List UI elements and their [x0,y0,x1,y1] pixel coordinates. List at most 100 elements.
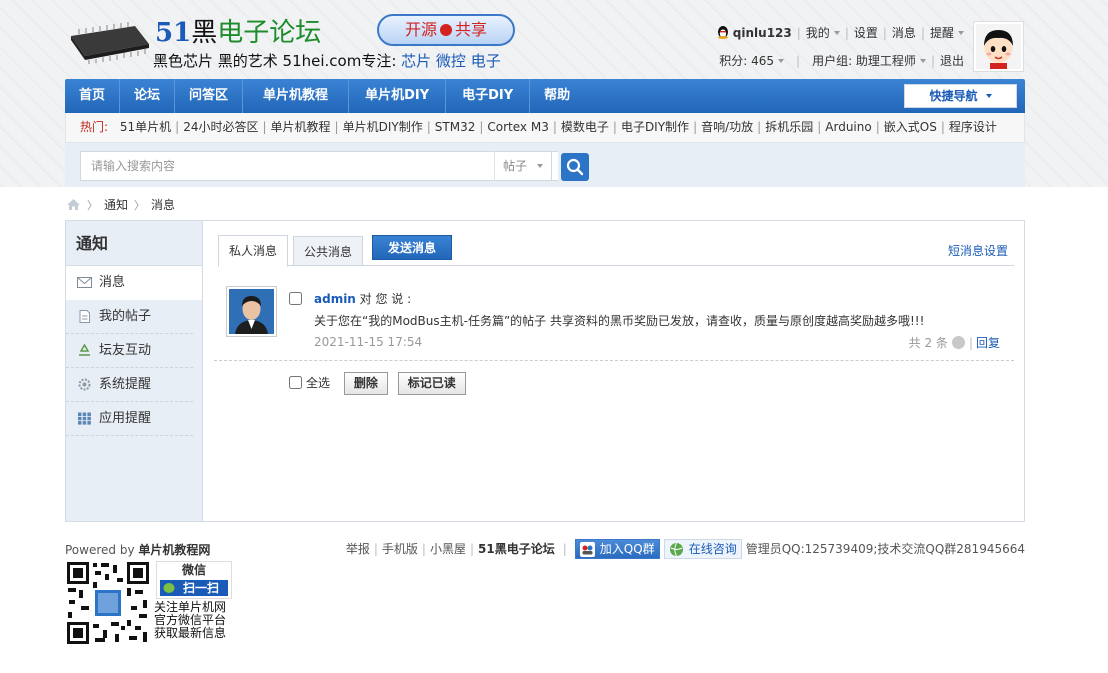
search-button[interactable] [561,153,589,181]
breadcrumb-messages[interactable]: 消息 [151,198,175,212]
hot-link[interactable]: 嵌入式OS [884,120,937,134]
messages-link[interactable]: 消息 [892,26,916,40]
site-logo[interactable]: 51黑电子论坛 黑色芯片 黑的艺术 51hei.com专注: 芯片 微控 电子 … [65,10,535,74]
hot-link[interactable]: Cortex M3 [487,120,548,134]
select-all-checkbox[interactable] [289,376,302,389]
nav-electronics-diy[interactable]: 电子DIY [446,79,531,113]
settings-link[interactable]: 设置 [854,26,878,40]
user-avatar[interactable] [973,21,1024,72]
wechat-scan: 扫一扫 [160,580,228,596]
nav-help[interactable]: 帮助 [530,79,584,113]
sidebar-item-label: 系统提醒 [99,377,152,392]
logo-title: 51黑电子论坛 [155,12,321,49]
hot-separator: | [612,120,617,134]
search-row: 请输入搜索内容 帖子 [65,143,1025,187]
logout-link[interactable]: 退出 [940,54,964,68]
nav-home[interactable]: 首页 [65,79,121,113]
join-qq-group-button[interactable]: 加入QQ群 [574,539,660,559]
message-settings-link[interactable]: 短消息设置 [948,242,1008,259]
user-bar: qinlu123 | 我的 | 设置 | 消息 | 提醒 [716,24,964,41]
powered-site-link[interactable]: 单片机教程网 [138,543,210,557]
hot-link[interactable]: 电子DIY制作 [621,120,689,134]
hot-link[interactable]: 24小时必答区 [183,120,258,134]
hot-link[interactable]: STM32 [435,120,476,134]
tab-public-messages[interactable]: 公共消息 [293,236,364,266]
breadcrumb-notice[interactable]: 通知 [104,198,128,212]
wechat-icon [163,583,175,593]
search-icon [566,158,584,176]
search-type-select[interactable]: 帖子 [494,151,552,181]
points-link[interactable]: 积分: 465 [719,54,774,68]
hot-link[interactable]: 单片机教程 [271,120,331,134]
nav-mcu-diy[interactable]: 单片机DIY [349,79,447,113]
hot-separator: | [817,120,822,134]
hot-separator: | [479,120,484,134]
hot-link[interactable]: 音响/功放 [701,120,753,134]
online-consult-button[interactable]: 在线咨询 [663,539,742,559]
nav-mcu-tutorial[interactable]: 单片机教程 [243,79,350,113]
footer-report-link[interactable]: 举报 [346,542,370,556]
open-share-badge: 开源 共享 [377,14,515,46]
search-type-value: 帖子 [503,159,528,173]
sidebar-item-my-posts[interactable]: 我的帖子 [66,300,193,334]
hot-link[interactable]: 单片机DIY制作 [343,120,423,134]
message-checkbox[interactable] [289,292,302,305]
sidebar-item-app-reminders[interactable]: 应用提醒 [66,402,193,436]
my-menu-link[interactable]: 我的 [806,26,830,40]
mark-read-button[interactable]: 标记已读 [397,372,466,395]
tab-private-messages[interactable]: 私人消息 [218,235,289,267]
chevron-down-icon [958,31,964,35]
sidebar-item-interaction[interactable]: 坛友互动 [66,334,193,368]
username-link[interactable]: qinlu123 [733,26,792,40]
footer-forum-link[interactable]: 51黑电子论坛 [478,542,555,556]
breadcrumb: 〉通知〉消息 [66,196,175,213]
message-author-link[interactable]: admin [314,292,356,306]
hot-label: 热门: [80,120,109,134]
main-nav: 首页 论坛 问答区 单片机教程 单片机DIY 电子DIY 帮助 快捷导航 [65,79,1025,113]
wechat-badge: 微信 扫一扫 [156,561,232,599]
delete-button[interactable]: 删除 [343,372,388,395]
hot-separator: | [940,120,945,134]
hot-link[interactable]: 拆机乐园 [765,120,813,134]
quick-nav-button[interactable]: 快捷导航 [904,84,1017,108]
hot-link[interactable]: Arduino [825,120,871,134]
search-input[interactable]: 请输入搜索内容 [80,151,558,181]
nav-forum[interactable]: 论坛 [120,79,176,113]
footer-blackroom-link[interactable]: 小黑屋 [430,542,466,556]
sidebar-item-system-reminders[interactable]: 系统提醒 [66,368,193,402]
footer-mobile-link[interactable]: 手机版 [382,542,418,556]
reply-link[interactable]: 回复 [976,336,1000,350]
qq-group-icon [579,542,595,557]
home-icon[interactable] [66,198,81,211]
select-all-label[interactable]: 全选 [306,376,330,390]
message-tabs: 私人消息 公共消息 发送消息 短消息设置 [218,235,1014,267]
footer-links: 举报 | 手机版 | 小黑屋 | 51黑电子论坛 | 加入QQ群 在线咨询 管理员QQ:125739… [346,539,1025,559]
wechat-scan-label: 扫一扫 [182,581,219,595]
sidebar: 通知 消息 我的帖子 坛友互动 系统提醒 应用提醒 [66,221,203,521]
send-message-button[interactable]: 发送消息 [372,235,452,260]
admin-info: 管理员QQ:125739409;技术交流QQ群281945664 [745,542,1025,556]
sidebar-item-label: 消息 [99,275,126,290]
nav-qa[interactable]: 问答区 [175,79,244,113]
hot-link[interactable]: 模数电子 [561,120,609,134]
sidebar-item-messages[interactable]: 消息 [66,266,202,300]
sender-photo-icon [229,289,274,334]
chevron-down-icon [778,59,785,63]
message-content: 私人消息 公共消息 发送消息 短消息设置 admin 对 您 说 : 关于您在“… [214,221,1024,521]
hot-separator: | [875,120,880,134]
chip-logo-icon [71,22,149,64]
message-count: 共 2 条 | 回复 [908,336,1000,350]
hot-separator: | [757,120,762,134]
powered-prefix: Powered by [65,543,139,557]
hot-link[interactable]: 程序设计 [949,120,997,134]
logo-slogan: 黑色芯片 黑的艺术 51hei.com专注: 芯片 微控 电子 [153,50,501,71]
user-group-link[interactable]: 用户组: 助理工程师 [812,54,916,68]
sender-avatar[interactable] [226,286,277,337]
chevron-down-circle-icon[interactable] [951,336,965,349]
avatar-cartoon-icon [976,24,1021,69]
message-count-text: 共 2 条 [908,336,948,350]
gear-icon [78,378,91,391]
reminders-link[interactable]: 提醒 [930,26,954,40]
hot-link[interactable]: 51单片机 [120,120,171,134]
message-body[interactable]: 关于您在“我的ModBus主机-任务篇”的帖子 共享资料的黑币奖励已发放，请查收… [314,312,924,329]
